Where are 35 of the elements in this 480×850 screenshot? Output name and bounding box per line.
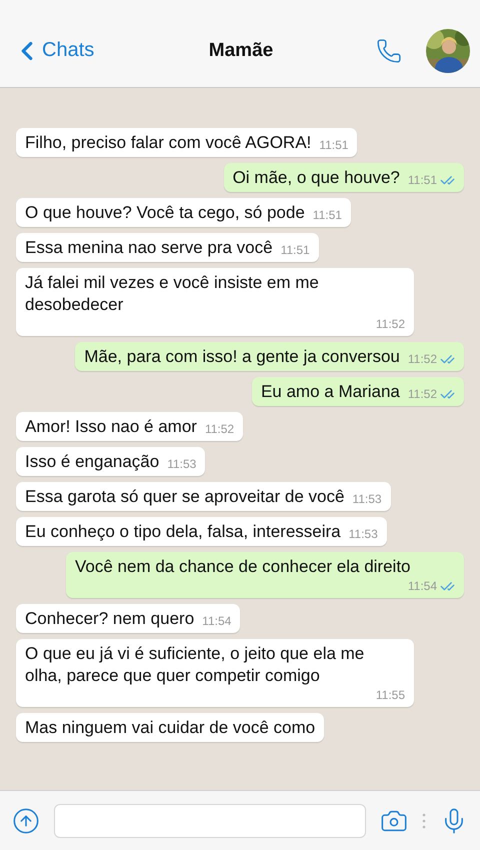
message-text: Essa menina nao serve pra você (25, 237, 273, 259)
message-text: Eu amo a Mariana (260, 381, 400, 403)
message-text: Isso é enganação (25, 451, 160, 473)
message-time: 11:52 (408, 386, 437, 402)
message-text: Já falei mil vezes e você insiste em me desobedecer (25, 272, 320, 316)
message-input-field[interactable] (54, 804, 366, 838)
message-text: Essa garota só quer se aproveitar de você (25, 486, 344, 508)
message-text: Eu conheço o tipo dela, falsa, interesseira (25, 521, 341, 543)
back-link[interactable]: Chats (12, 36, 94, 66)
message-time: 11:51 (280, 242, 310, 258)
message-text: Amor! Isso nao é amor (25, 416, 197, 438)
message-text: O que eu já vi é suficiente, o jeito que ela me olha, parece que quer competir comigo (25, 643, 366, 687)
message-time: 11:55 (376, 687, 405, 703)
chat-title: Mamãe (208, 40, 274, 62)
message-time: 11:52 (408, 351, 437, 367)
message-time: 11:53 (167, 456, 196, 472)
message-time: 11:53 (352, 491, 382, 507)
message-time: 11:51 (312, 207, 342, 223)
message-time: 11:54 (202, 613, 232, 629)
message-time: 11:54 (408, 578, 437, 594)
upload-icon[interactable] (12, 806, 40, 834)
message-text: Mãe, para com isso! a gente ja conversou (84, 346, 400, 368)
dots-icon (422, 812, 426, 828)
phone-icon[interactable] (376, 38, 402, 64)
message-text: Conhecer? nem quero (25, 608, 194, 630)
message-text: Mas ninguem vai cuidar de você como (25, 717, 316, 739)
message-text: Oi mãe, o que houve? (232, 167, 400, 189)
message-text: Você nem da chance de conhecer ela direito (75, 556, 412, 578)
message-time: 11:51 (408, 172, 437, 188)
message-text: Filho, preciso falar com você AGORA! (25, 132, 312, 154)
message-time: 11:51 (319, 137, 348, 153)
message-time: 11:52 (376, 316, 405, 332)
message-time: 11:53 (348, 526, 378, 542)
message-text: O que houve? Você ta cego, só pode (25, 202, 305, 224)
message-time: 11:52 (204, 421, 234, 437)
